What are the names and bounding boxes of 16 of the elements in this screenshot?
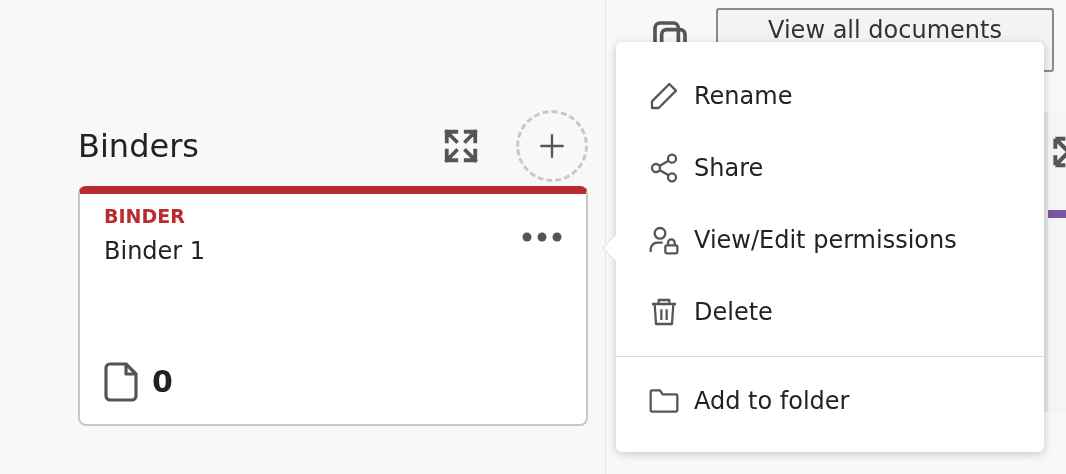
more-icon[interactable]: [522, 232, 562, 242]
user-lock-icon: [648, 224, 680, 256]
document-count: 0: [152, 363, 173, 401]
pencil-icon: [648, 80, 680, 112]
binder-card[interactable]: BINDER Binder 1 0: [78, 186, 588, 426]
card-type-label: BINDER: [104, 204, 186, 229]
menu-item[interactable]: Add to folder: [616, 365, 1044, 437]
share-icon: [648, 152, 680, 184]
document-icon: [104, 361, 138, 402]
section-title: Binders: [78, 126, 200, 167]
card-title: Binder 1: [104, 235, 207, 267]
menu-item[interactable]: Share: [616, 132, 1044, 204]
plus-icon: [538, 132, 566, 160]
menu-item[interactable]: Delete: [616, 276, 1044, 348]
expand-icon[interactable]: [442, 127, 480, 165]
menu-item[interactable]: View/Edit permissions: [616, 204, 1044, 276]
